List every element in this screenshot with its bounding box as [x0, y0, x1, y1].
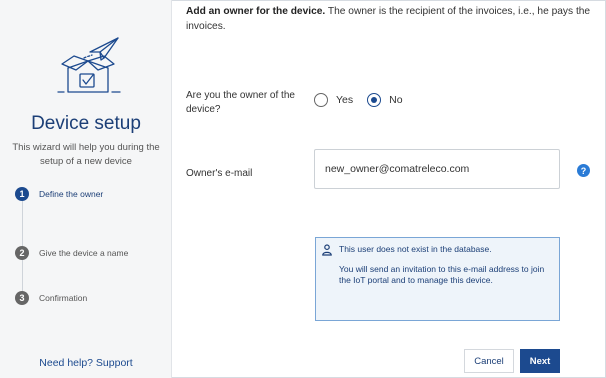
radio-yes[interactable]: [314, 93, 328, 107]
next-button[interactable]: Next: [520, 349, 560, 373]
user-icon: [322, 244, 332, 256]
step-number: 2: [15, 246, 29, 260]
step-label: Define the owner: [39, 189, 104, 199]
step-number: 1: [15, 187, 29, 201]
intro-text: Add an owner for the device. The owner i…: [186, 4, 596, 34]
info-body: You will send an invitation to this e-ma…: [339, 264, 545, 285]
intro-bold: Add an owner for the device.: [186, 6, 326, 17]
owner-question-label: Are you the owner of the device?: [186, 90, 295, 115]
support-link[interactable]: Need help? Support: [0, 357, 172, 369]
radio-option-no[interactable]: No: [367, 93, 403, 107]
box-with-paper-plane-icon: [57, 37, 121, 93]
step-label: Give the device a name: [39, 248, 129, 258]
radio-yes-label: Yes: [336, 94, 354, 106]
wizard-sidebar: Device setup This wizard will help you d…: [0, 0, 172, 378]
step-number: 3: [15, 291, 29, 305]
help-icon[interactable]: ?: [577, 164, 590, 177]
sidebar-title: Device setup: [31, 113, 141, 134]
owner-radio-group: Yes No: [314, 93, 417, 107]
info-title: This user does not exist in the database…: [339, 244, 492, 254]
step-confirmation[interactable]: 3 Confirmation: [15, 291, 87, 305]
radio-option-yes[interactable]: Yes: [314, 93, 353, 107]
sidebar-description: This wizard will help you during the set…: [12, 142, 160, 167]
owner-email-input[interactable]: [314, 149, 560, 189]
radio-no[interactable]: [367, 93, 382, 107]
step-device-name[interactable]: 2 Give the device a name: [15, 246, 128, 260]
email-label: Owner's e-mail: [186, 168, 253, 179]
step-define-owner[interactable]: 1 Define the owner: [15, 187, 103, 201]
info-message-box: This user does not exist in the database…: [315, 237, 560, 321]
step-label: Confirmation: [39, 293, 88, 303]
radio-no-label: No: [389, 94, 403, 106]
cancel-button[interactable]: Cancel: [464, 349, 514, 373]
